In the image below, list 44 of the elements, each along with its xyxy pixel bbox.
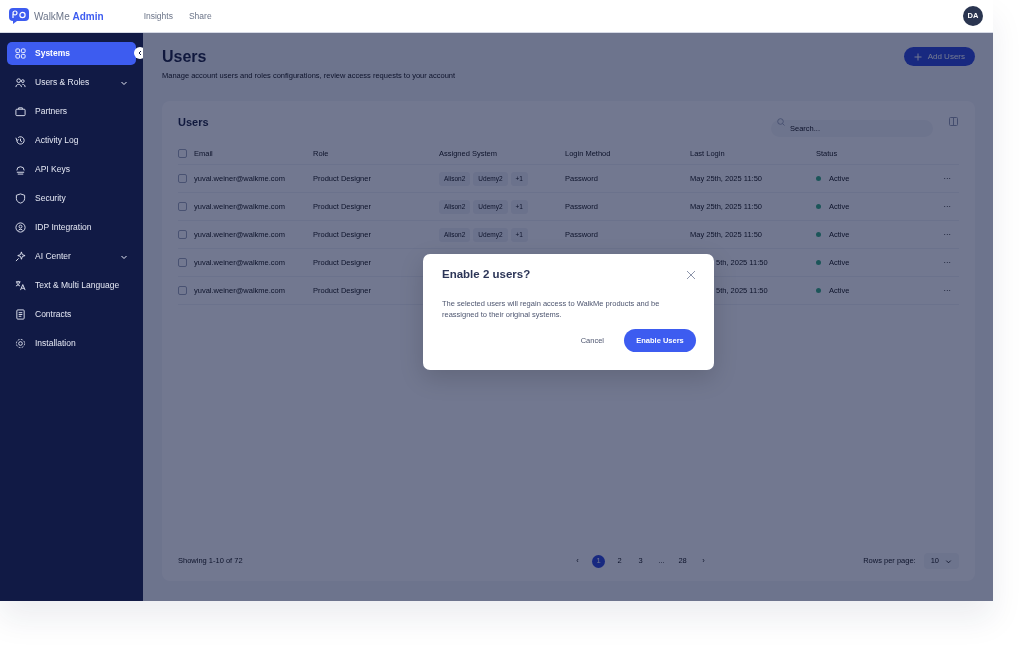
- sidebar-item[interactable]: Systems: [7, 42, 136, 65]
- gear-icon: [15, 338, 26, 349]
- history-icon: [15, 135, 26, 146]
- sidebar-item[interactable]: Activity Log: [7, 129, 136, 152]
- status-dot: [816, 176, 821, 182]
- sidebar-item[interactable]: Installation: [7, 332, 136, 355]
- select-all-checkbox[interactable]: [178, 149, 187, 159]
- briefcase-icon: [15, 106, 26, 117]
- sparkle-icon: [15, 251, 26, 262]
- grid-icon: [15, 48, 26, 59]
- status-dot: [816, 204, 821, 210]
- sidebar-item[interactable]: Partners: [7, 100, 136, 123]
- shield-icon: [15, 193, 26, 204]
- row-checkbox[interactable]: [178, 230, 187, 240]
- status-dot: [816, 260, 821, 266]
- status-dot: [816, 288, 821, 294]
- nav-link[interactable]: Share: [188, 9, 212, 23]
- document-icon: [15, 309, 26, 320]
- sidebar-item[interactable]: Users & Roles: [7, 71, 136, 94]
- app-logo-text: WalkMe Admin: [34, 9, 104, 24]
- sidebar-item[interactable]: Text & Multi Language: [7, 274, 136, 297]
- translate-icon: [15, 280, 26, 291]
- sidebar-item[interactable]: IDP Integration: [7, 216, 136, 239]
- plus-icon: [913, 52, 922, 61]
- logo-icon: [9, 8, 29, 24]
- chevron-down-icon: [945, 557, 952, 565]
- person-circle-icon: [15, 222, 26, 233]
- columns-icon[interactable]: [949, 117, 959, 128]
- nav-link[interactable]: Insights: [143, 9, 173, 23]
- page-title: Users: [162, 47, 208, 67]
- row-checkbox[interactable]: [178, 258, 187, 268]
- add-users-button[interactable]: Add Users: [903, 47, 975, 66]
- sidebar-item[interactable]: Security: [7, 187, 136, 210]
- row-checkbox[interactable]: [178, 174, 187, 184]
- sidebar-item[interactable]: Contracts: [7, 303, 136, 326]
- users-icon: [15, 77, 26, 88]
- row-checkbox[interactable]: [178, 286, 187, 296]
- sidebar-item[interactable]: API Keys: [7, 158, 136, 181]
- card-title: Users: [178, 115, 209, 131]
- dialog-title: Enable 2 users?: [442, 268, 531, 282]
- sidebar-item[interactable]: AI Center: [7, 245, 136, 268]
- row-checkbox[interactable]: [178, 202, 187, 212]
- close-button[interactable]: [686, 269, 696, 280]
- status-dot: [816, 232, 821, 238]
